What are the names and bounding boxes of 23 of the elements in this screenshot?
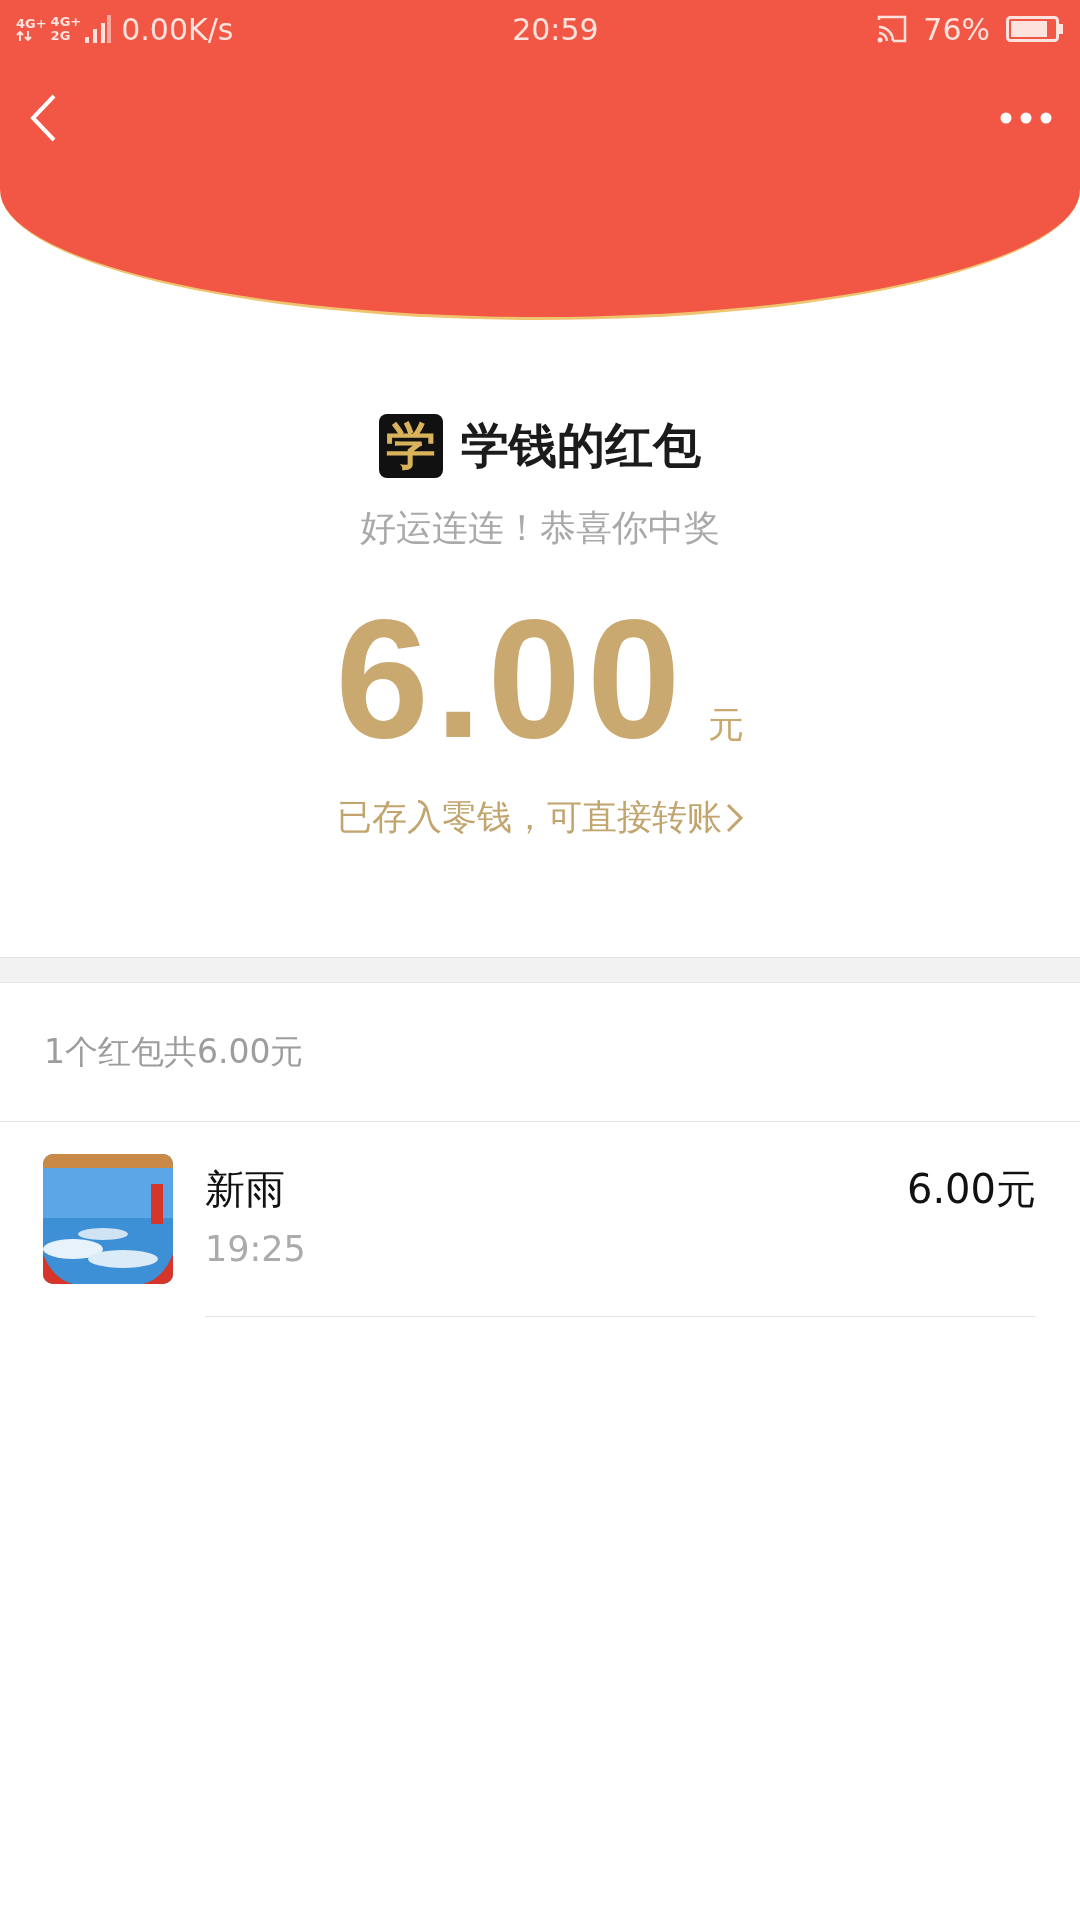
arrows-icon <box>16 31 32 41</box>
received-time: 19:25 <box>205 1229 307 1269</box>
network-label: 2G <box>50 29 72 43</box>
signal-icon <box>85 15 112 43</box>
sender-title: 学钱的红包 <box>461 416 701 475</box>
more-button[interactable] <box>1000 112 1052 124</box>
app-logo: 学 <box>379 414 443 478</box>
battery-percent: 76% <box>923 11 990 47</box>
network-label: 4G+ <box>16 17 47 31</box>
summary-text: 1个红包共6.00元 <box>0 983 1080 1122</box>
network-label: 4G+ <box>50 15 82 29</box>
amount-unit: 元 <box>708 703 745 747</box>
record-amount: 6.00元 <box>906 1165 1036 1214</box>
change-link[interactable]: 已存入零钱，可直接转账 <box>336 794 744 841</box>
sender-name: 新雨 <box>205 1165 285 1214</box>
back-button[interactable] <box>30 94 56 142</box>
cast-icon <box>877 15 908 43</box>
chevron-icon <box>725 802 744 833</box>
network-speed: 0.00K/s <box>121 11 234 47</box>
clock: 20:59 <box>512 11 599 47</box>
greeting-text: 好运连连！恭喜你中奖 <box>360 506 720 550</box>
amount-value: 6.00 <box>335 584 687 775</box>
battery-icon <box>1006 16 1064 42</box>
